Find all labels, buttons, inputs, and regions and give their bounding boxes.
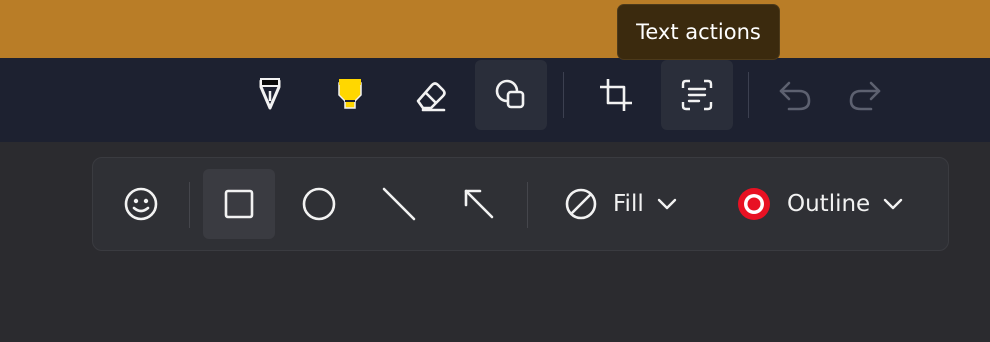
fill-dropdown[interactable]: Fill [563,169,678,239]
shapes-button[interactable] [475,60,547,130]
emoji-icon [124,187,158,221]
fill-label: Fill [613,191,644,217]
text-actions-button[interactable] [661,60,733,130]
window-titlebar-accent [0,0,990,58]
crop-icon [600,79,632,111]
outline-color-icon [738,188,770,220]
shapes-icon [495,79,525,109]
eraser-icon [416,82,446,112]
text-actions-tooltip: Text actions [617,4,780,60]
no-fill-icon [565,188,597,220]
undo-button[interactable] [759,60,831,130]
outline-label: Outline [787,191,871,217]
crop-button[interactable] [580,60,652,130]
arrow-icon [464,189,494,219]
toolbar-separator [748,72,749,118]
arrow-button[interactable] [443,169,515,239]
chevron-down-icon [882,197,904,211]
highlighter-button[interactable] [314,60,386,130]
redo-icon [849,81,881,111]
emoji-button[interactable] [105,169,177,239]
toolbar-separator [563,72,564,118]
rectangle-icon [224,189,254,219]
pen-icon [259,78,281,110]
shapes-flyout: Fill Outline [92,157,949,251]
eraser-button[interactable] [394,60,466,130]
rectangle-button[interactable] [203,169,275,239]
line-icon [382,187,416,221]
outline-dropdown[interactable]: Outline [735,169,904,239]
panel-separator [189,182,190,228]
undo-icon [779,81,811,111]
redo-button[interactable] [829,60,901,130]
circle-icon [302,187,336,221]
line-button[interactable] [363,169,435,239]
circle-button[interactable] [283,169,355,239]
pen-button[interactable] [234,60,306,130]
highlighter-icon [338,79,362,109]
panel-separator [527,182,528,228]
text-actions-icon [681,79,713,111]
chevron-down-icon [656,197,678,211]
